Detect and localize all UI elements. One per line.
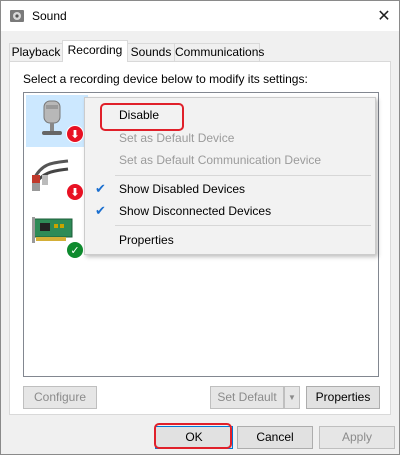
menu-separator: [115, 225, 371, 226]
disabled-arrow-icon: ⬇: [66, 183, 84, 201]
close-icon[interactable]: ✕: [377, 6, 390, 26]
disabled-arrow-icon: ⬇: [66, 125, 84, 143]
default-check-icon: ✓: [66, 241, 84, 259]
close-button[interactable]: ✕: [369, 1, 399, 31]
properties-button[interactable]: Properties: [306, 386, 380, 409]
microphone-icon: [36, 99, 70, 142]
menu-item-label: Properties: [119, 233, 174, 247]
window-title: Sound: [32, 9, 67, 23]
speaker-icon: [9, 8, 25, 24]
device-line-in[interactable]: ⬇: [26, 151, 88, 203]
menu-separator: [115, 175, 371, 176]
menu-item-set-default-communication[interactable]: Set as Default Communication Device: [85, 149, 375, 171]
checkmark-icon: ✔: [95, 181, 106, 196]
tab-playback[interactable]: Playback: [9, 43, 63, 61]
device-sound-card[interactable]: ✓: [26, 211, 88, 263]
title-bar: Sound ✕: [1, 1, 399, 31]
tab-recording[interactable]: Recording: [62, 40, 128, 62]
configure-button[interactable]: Configure: [23, 386, 97, 409]
apply-button[interactable]: Apply: [319, 426, 395, 449]
tab-sounds[interactable]: Sounds: [127, 43, 175, 61]
menu-item-properties[interactable]: Properties: [85, 229, 375, 251]
menu-item-show-disconnected[interactable]: ✔ Show Disconnected Devices: [85, 200, 375, 222]
menu-item-label: Show Disabled Devices: [119, 182, 246, 196]
checkmark-icon: ✔: [95, 203, 106, 218]
cancel-button[interactable]: Cancel: [237, 426, 313, 449]
set-default-button[interactable]: Set Default: [210, 386, 284, 409]
set-default-dropdown[interactable]: ▼: [284, 386, 300, 409]
disable-highlight-box: [100, 103, 184, 131]
menu-item-label: Set as Default Communication Device: [119, 153, 322, 167]
menu-item-show-disabled[interactable]: ✔ Show Disabled Devices: [85, 178, 375, 200]
device-microphone[interactable]: ⬇: [26, 95, 88, 147]
chevron-down-icon[interactable]: ▼: [288, 393, 296, 402]
instruction-text: Select a recording device below to modif…: [23, 72, 308, 86]
tab-communications[interactable]: Communications: [174, 43, 264, 61]
menu-item-label: Show Disconnected Devices: [119, 204, 272, 218]
ok-highlight-box: [154, 423, 232, 449]
